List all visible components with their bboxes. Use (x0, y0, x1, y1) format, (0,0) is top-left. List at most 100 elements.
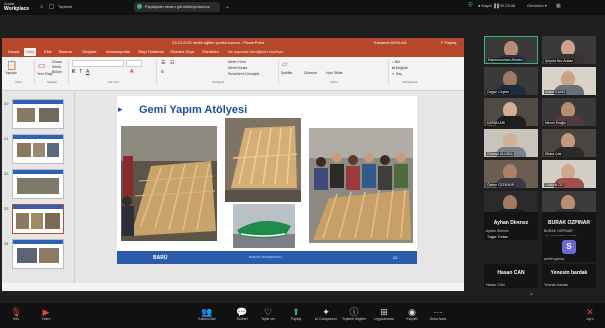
align-left-icon[interactable]: ≡ (161, 69, 164, 75)
participant-name: Merve Eroğlu (544, 121, 567, 125)
paste-button[interactable]: Yapıştır (5, 71, 17, 75)
arrange-button[interactable]: Düzenle (304, 71, 317, 75)
mute-label: Ses (12, 317, 20, 321)
ppt-tab-review[interactable]: Gözden Geçir (168, 48, 197, 56)
participant-tile-avatar[interactable]: Sşehrin güneş (542, 236, 596, 262)
underline-icon[interactable]: A (86, 69, 89, 75)
new-slide-icon[interactable]: ▭ (38, 61, 46, 70)
participant-tile-no-video[interactable]: Ayhan Direnez Ayhan Direnez (484, 212, 538, 234)
tab-shared-screen-label: Paylaşılan ekranı görüntülüyorsunuz (145, 4, 210, 9)
ribbon-group-label: Paragraf (212, 80, 224, 84)
section-button[interactable]: Bölüm (52, 70, 62, 74)
participant-tile[interactable]: Merve Eroğlu (542, 98, 596, 126)
font-size-box[interactable] (126, 60, 142, 67)
view-button[interactable]: Görünüm ▾ (527, 3, 547, 8)
ppt-tab-view[interactable]: Görünüm (200, 48, 221, 56)
participant-avatar: S (562, 240, 576, 254)
reset-button[interactable]: Sıfırla (52, 65, 61, 69)
font-name-box[interactable] (72, 60, 124, 67)
share-dot-icon (137, 4, 142, 10)
grid-view-icon[interactable]: ▦ (556, 3, 561, 9)
ai-companion-button[interactable]: ✦ AI Companion (314, 307, 338, 321)
chat-label: Sohbet (236, 317, 248, 321)
layout-button[interactable]: Düzen (52, 60, 62, 64)
share-button[interactable]: ⬆ Paylaş (284, 307, 308, 321)
ppt-tab-insert[interactable]: Ekle (42, 48, 54, 56)
new-slide-button[interactable]: Yeni Slayt (37, 72, 52, 76)
mute-button[interactable]: 🎙︎ Ses (4, 307, 28, 321)
slide-thumbnail-selected[interactable] (12, 204, 64, 234)
tab-meeting[interactable]: Toplantı (58, 2, 112, 12)
slide-thumbnail[interactable] (12, 169, 64, 199)
tab-shared-screen[interactable]: Paylaşılan ekranı görüntülüyorsunuz (134, 2, 220, 12)
thumbnail-number: 22 (4, 171, 9, 176)
shapes-button[interactable]: Şekiller (281, 71, 292, 75)
participant-tile[interactable]: Şeyma Nur Arslan (542, 36, 596, 64)
ppt-tab-home[interactable]: Giriş (24, 48, 37, 56)
text-direction-button[interactable]: Metin Yönü (228, 60, 246, 64)
bold-icon[interactable]: K (72, 69, 76, 75)
more-button[interactable]: ··· Daha fazla (426, 307, 450, 321)
select-label: Seç (395, 72, 402, 76)
align-text-button[interactable]: Metni Hizala (228, 66, 247, 70)
select-button[interactable]: ↖ Seç (392, 72, 402, 76)
record-label: Kaydet (406, 317, 418, 321)
ppt-tab-file[interactable]: Dosya (6, 48, 21, 56)
view-label: Görünüm (527, 3, 544, 8)
participant-tile[interactable]: Güneşli ULUSAL (484, 129, 538, 157)
react-button[interactable]: ♡ Tepki ver (256, 307, 280, 321)
find-button[interactable]: ⌕ Bul (392, 60, 400, 64)
participant-tile[interactable]: Özlem ÖZDEMİR (484, 160, 538, 188)
ppt-titlebar: 23.12.2021 tarihli eğitim içerikli sunum… (2, 38, 464, 47)
ppt-share-button[interactable]: ⇪ Paylaş (440, 38, 456, 47)
ppt-tab-transitions[interactable]: Geçişler (80, 48, 99, 56)
replace-button[interactable]: ⇄ Değiştir (392, 66, 408, 70)
ppt-user[interactable]: Kasamei ARSLAN (374, 38, 406, 47)
pin-icon[interactable]: ⌄ (224, 4, 231, 11)
quick-styles-button[interactable]: Hızlı Stiller (326, 71, 343, 75)
participant-display-name: Yenesin bardak (550, 270, 588, 276)
participant-tile-active[interactable]: Kamruzzaman Ahmed (484, 36, 538, 64)
bullets-icon[interactable]: ☰ (161, 60, 165, 66)
ppt-tab-slideshow[interactable]: Slayt Gösterisi (136, 48, 166, 56)
participant-tile-no-video[interactable]: Hasan CAN Hasan CAN (484, 264, 538, 288)
gallery-next-page-icon[interactable]: ⌄ (529, 290, 534, 297)
shield-icon[interactable]: ⛨ (468, 3, 473, 10)
slide-thumbnail[interactable] (12, 134, 64, 164)
participant-name: CANAN ÖZ (544, 183, 565, 187)
leave-button[interactable]: ✕ Ayrıl (578, 307, 602, 321)
thumbnail-number: 21 (4, 136, 9, 141)
meeting-info-button[interactable]: ⓘ Toplantı bilgileri (342, 307, 366, 321)
recording-status[interactable]: ● Kaydı ▐▐ 00:23:46 (478, 3, 515, 8)
record-button[interactable]: ◉ Kaydet (400, 307, 424, 321)
video-label: Video (41, 317, 51, 321)
numbering-icon[interactable]: ☷ (170, 60, 174, 66)
home-icon[interactable]: ⌂ (38, 4, 45, 11)
apps-label: Uygulamalar (374, 317, 394, 321)
slide-thumbnail[interactable] (12, 239, 64, 269)
ribbon-group-label: Pano (15, 80, 23, 84)
apps-button[interactable]: ⊞ Uygulamalar (372, 307, 396, 321)
paste-icon[interactable]: 📋 (6, 60, 17, 71)
shapes-icon[interactable]: ▱ (282, 60, 287, 68)
participant-tile[interactable]: KAPAN ARI (484, 98, 538, 126)
participant-tile[interactable]: Dilara Çalı (542, 129, 596, 157)
slide-thumbnail[interactable] (12, 99, 64, 129)
current-slide[interactable]: ▸ Gemi Yapım Atölyesi BARÜ BARTIN ÜNİVER… (117, 96, 417, 264)
participant-tile-no-video[interactable]: BURAK OZPINAR BURAK OZPINAR (542, 212, 596, 234)
video-button[interactable]: ▶ Video (34, 307, 58, 321)
participant-tile[interactable]: Kader KANG (542, 67, 596, 95)
ppt-tab-animations[interactable]: Animasyonlar (104, 48, 132, 56)
ai-companion-label: AI Companion (314, 317, 338, 321)
participant-tile[interactable]: Ozgun Ceylan (484, 67, 538, 95)
participant-tile[interactable]: CANAN ÖZ (542, 160, 596, 188)
ppt-tell-me[interactable]: Ne yapmak istediğinizi söyleyin (226, 48, 285, 56)
font-color-icon[interactable]: A (130, 69, 133, 75)
meeting-icon[interactable]: ▢ (48, 4, 55, 11)
participants-button[interactable]: 👥 Katılımcılar (195, 307, 219, 321)
chat-button[interactable]: 💬 Sohbet (230, 307, 254, 321)
participant-tile-no-video[interactable]: Yenesin bardak Yenesin bardak (542, 264, 596, 288)
italic-icon[interactable]: T (79, 69, 82, 75)
smartart-button[interactable]: SmartArt'a Dönüştür (228, 72, 260, 76)
ppt-tab-design[interactable]: Tasarım (56, 48, 74, 56)
